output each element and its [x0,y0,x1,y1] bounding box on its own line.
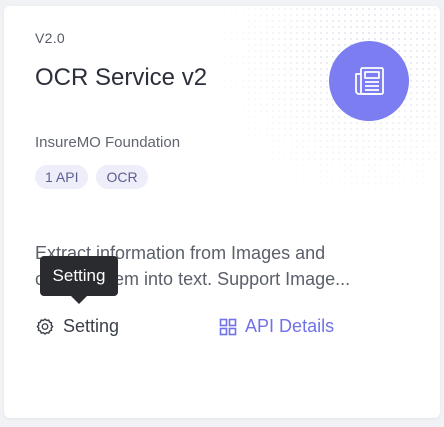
api-count-tag: 1 API [35,165,89,189]
setting-label: Setting [63,316,120,336]
category-tag: OCR [96,165,148,189]
gear-icon [35,317,55,337]
tag-list: 1 API OCR [35,165,148,189]
grid-icon [219,318,237,336]
service-title: OCR Service v2 [35,64,208,91]
newspaper-icon [329,41,409,121]
card-actions: Setting API Details [35,316,415,337]
setting-tooltip: Setting [40,256,118,304]
setting-button[interactable]: Setting [35,316,119,337]
provider-name: InsureMO Foundation [35,134,181,151]
version-label: V2.0 [35,30,65,46]
api-details-link[interactable]: API Details [219,316,334,337]
dot-pattern-decoration [210,6,440,206]
api-details-label: API Details [245,316,335,336]
service-card[interactable]: V2.0 OCR Service v2 InsureMO Foundation … [4,6,440,418]
